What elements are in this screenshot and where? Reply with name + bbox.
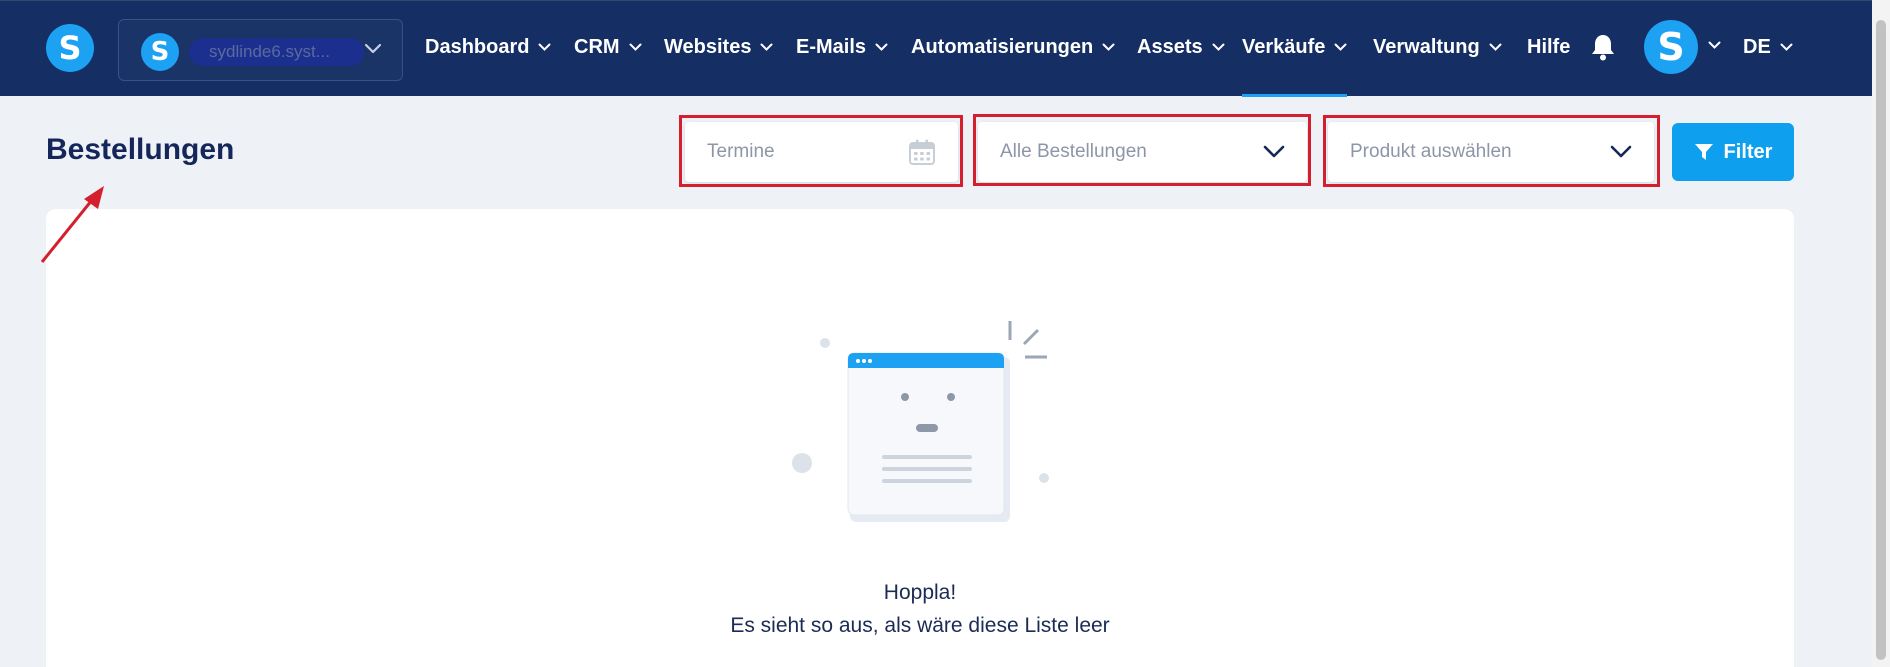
bell-icon[interactable] [1590, 33, 1616, 61]
nav-item-emails[interactable]: E-Mails [796, 1, 888, 94]
language-label: DE [1743, 36, 1771, 58]
nav-item-hilfe[interactable]: Hilfe [1527, 1, 1570, 94]
chevron-down-icon [1212, 43, 1225, 51]
site-avatar: S [141, 33, 179, 71]
nav-item-verwaltung[interactable]: Verwaltung [1373, 1, 1502, 94]
chevron-down-icon [875, 43, 888, 51]
nav-item-label: Assets [1137, 36, 1203, 58]
nav-item-label: Dashboard [425, 36, 530, 58]
filter-button[interactable]: Filter [1672, 123, 1794, 181]
filter-button-label: Filter [1723, 140, 1773, 163]
nav-item-label: Verkäufe [1242, 36, 1326, 58]
user-avatar[interactable]: S [1644, 20, 1698, 74]
chevron-down-icon [1780, 43, 1793, 51]
nav-item-assets[interactable]: Assets [1137, 1, 1225, 94]
nav-item-dashboard[interactable]: Dashboard [425, 1, 551, 94]
filter-icon [1694, 144, 1713, 160]
nav-item-websites[interactable]: Websites [664, 1, 773, 94]
nav-item-label: Hilfe [1527, 36, 1571, 58]
chevron-down-icon [629, 43, 642, 51]
language-switcher[interactable]: DE [1743, 1, 1793, 94]
nav-item-automatisierungen[interactable]: Automatisierungen [911, 1, 1115, 94]
chevron-down-icon [1489, 43, 1502, 51]
app-logo[interactable]: S [46, 24, 94, 72]
page-title: Bestellungen [46, 133, 235, 166]
nav-item-crm[interactable]: CRM [574, 1, 642, 94]
nav-item-verkaeufe[interactable]: Verkäufe [1242, 1, 1348, 97]
highlight-box-product [1323, 115, 1660, 187]
chevron-down-icon[interactable] [1708, 41, 1721, 50]
empty-state-subtitle: Es sieht so aus, als wäre diese Liste le… [730, 614, 1110, 637]
empty-list-illustration [792, 321, 1049, 522]
empty-state-title: Hoppla! [883, 581, 957, 604]
site-switcher[interactable]: S sydlinde6.syst... [118, 19, 403, 81]
top-navigation: S S sydlinde6.syst... Dashboard CRM Webs… [0, 0, 1872, 97]
chevron-down-icon [364, 43, 382, 54]
chevron-down-icon [760, 43, 773, 51]
site-name: sydlinde6.syst... [189, 38, 364, 66]
scrollbar-thumb[interactable] [1876, 20, 1886, 660]
chevron-down-icon [1334, 43, 1347, 51]
chevron-down-icon [538, 43, 551, 51]
nav-item-label: Verwaltung [1373, 36, 1480, 58]
nav-item-label: E-Mails [796, 36, 867, 58]
highlight-box-orders [973, 114, 1311, 186]
nav-item-label: Websites [664, 36, 752, 58]
chevron-down-icon [1102, 43, 1115, 51]
highlight-box-date [679, 115, 963, 187]
nav-item-label: CRM [574, 36, 620, 58]
nav-item-label: Automatisierungen [911, 36, 1094, 58]
